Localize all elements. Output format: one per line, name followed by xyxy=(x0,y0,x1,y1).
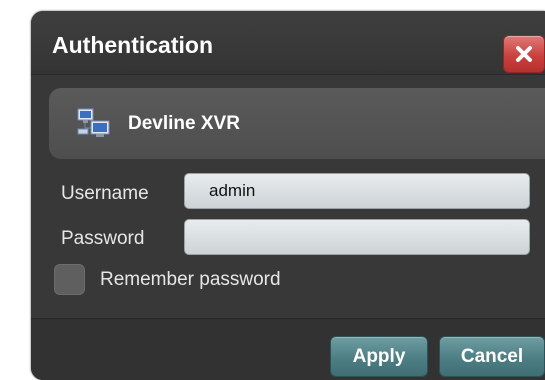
authentication-dialog: Authentication Devline XVR Username admi… xyxy=(31,11,545,380)
password-label: Password xyxy=(61,228,145,249)
remember-password-checkbox[interactable] xyxy=(54,264,85,295)
username-label: Username xyxy=(61,183,149,204)
dialog-body: Devline XVR Username Password Remember p… xyxy=(31,75,545,318)
remember-password-label[interactable]: Remember password xyxy=(100,269,281,291)
close-button[interactable] xyxy=(503,35,545,73)
dialog-titlebar[interactable]: Authentication xyxy=(31,11,545,75)
username-field[interactable] xyxy=(184,173,530,209)
dialog-footer: Apply Cancel xyxy=(31,318,545,380)
password-field[interactable] xyxy=(184,219,530,255)
dialog-title: Authentication xyxy=(52,32,213,58)
close-icon xyxy=(516,46,532,62)
cancel-button[interactable]: Cancel xyxy=(439,336,545,377)
server-name: Devline XVR xyxy=(128,113,240,134)
apply-button[interactable]: Apply xyxy=(330,336,428,377)
network-computers-icon xyxy=(77,108,110,137)
server-header: Devline XVR xyxy=(49,88,545,159)
